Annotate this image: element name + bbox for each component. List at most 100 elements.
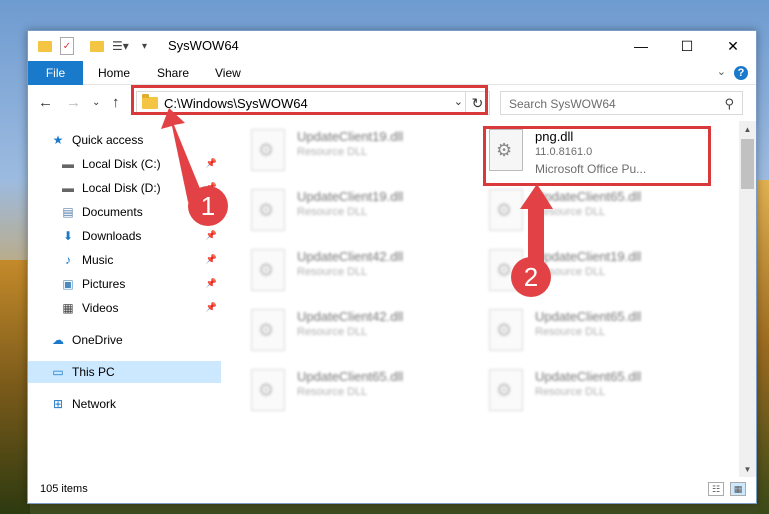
nav-label: OneDrive xyxy=(72,333,123,347)
file-name: UpdateClient19.dll xyxy=(297,129,404,144)
nav-item-this-pc[interactable]: ▭ This PC xyxy=(28,361,221,383)
pin-icon[interactable]: 📌 xyxy=(206,158,217,169)
file-type: Resource DLL xyxy=(535,326,606,338)
music-icon: ♪ xyxy=(65,253,71,267)
forward-arrow-icon[interactable]: → xyxy=(66,94,81,111)
navigation-pane: ★ Quick access ▬ Local Disk (C:) 📌 ▬ Loc… xyxy=(28,121,221,477)
file-type: Resource DLL xyxy=(297,206,368,218)
window-title: SysWOW64 xyxy=(168,38,239,53)
new-folder-icon[interactable] xyxy=(90,37,104,55)
item-count: 105 items xyxy=(40,483,88,495)
computer-icon: ▭ xyxy=(52,365,64,379)
scroll-up-icon[interactable]: ▲ xyxy=(739,121,756,137)
expand-ribbon-icon[interactable]: ⌄ xyxy=(717,65,726,78)
nav-label: Quick access xyxy=(72,133,144,147)
tab-file[interactable]: File xyxy=(28,61,83,85)
callout-2: 2 xyxy=(511,257,551,297)
dll-file-icon xyxy=(251,369,285,411)
scroll-down-icon[interactable]: ▼ xyxy=(739,461,756,477)
file-type: Resource DLL xyxy=(535,206,606,218)
tiles-view-icon[interactable]: ▦ xyxy=(730,482,746,496)
file-tile[interactable]: UpdateClient42.dll Resource DLL xyxy=(247,305,477,357)
scroll-thumb[interactable] xyxy=(741,139,754,189)
close-button[interactable]: ✕ xyxy=(710,31,756,61)
properties-icon[interactable]: ✓ xyxy=(60,37,74,55)
dll-file-icon xyxy=(251,129,285,171)
network-icon: ⊞ xyxy=(52,397,64,411)
dll-file-icon xyxy=(489,309,523,351)
downloads-icon: ⬇ xyxy=(62,229,74,243)
file-type: Resource DLL xyxy=(535,386,606,398)
details-view-icon[interactable]: ☷ xyxy=(708,482,724,496)
tab-home[interactable]: Home xyxy=(98,61,130,85)
nav-item-downloads[interactable]: ⬇ Downloads 📌 xyxy=(28,225,221,247)
nav-item-network[interactable]: ⊞ Network xyxy=(28,393,221,415)
file-tile[interactable]: UpdateClient65.dll Resource DLL xyxy=(247,365,477,417)
ribbon-tabs: File Home Share View ⌄ ? xyxy=(28,61,756,85)
minimize-button[interactable]: — xyxy=(618,31,664,61)
file-name: UpdateClient65.dll xyxy=(535,189,642,204)
nav-label: Documents xyxy=(82,205,143,219)
nav-label: Local Disk (D:) xyxy=(82,181,161,195)
file-tile[interactable]: UpdateClient65.dll Resource DLL xyxy=(485,185,715,237)
search-icon[interactable]: ⚲ xyxy=(724,96,734,112)
dropdown-icon[interactable]: ▾ xyxy=(142,37,147,55)
callout-1: 1 xyxy=(188,186,228,226)
file-type: Resource DLL xyxy=(297,386,368,398)
vertical-scrollbar[interactable]: ▲ ▼ xyxy=(739,121,756,477)
nav-item-quick-access[interactable]: ★ Quick access xyxy=(28,129,221,151)
file-tile[interactable]: UpdateClient19.dll Resource DLL xyxy=(247,125,477,177)
file-type: Resource DLL xyxy=(297,266,368,278)
pin-icon[interactable]: 📌 xyxy=(206,254,217,265)
pin-icon[interactable]: 📌 xyxy=(206,230,217,241)
drive-icon: ▬ xyxy=(62,181,74,195)
up-arrow-icon[interactable]: ↑ xyxy=(112,94,120,111)
file-name: UpdateClient19.dll xyxy=(535,249,642,264)
recent-locations-icon[interactable]: ⌄ xyxy=(92,97,100,108)
file-name: UpdateClient65.dll xyxy=(535,309,642,324)
dll-file-icon xyxy=(251,309,285,351)
maximize-button[interactable]: ☐ xyxy=(664,31,710,61)
tab-share[interactable]: Share xyxy=(157,61,189,85)
file-name: UpdateClient65.dll xyxy=(297,369,404,384)
documents-icon: ▤ xyxy=(62,205,74,219)
address-bar-highlight xyxy=(131,85,488,115)
file-highlight xyxy=(483,126,711,186)
nav-label: Music xyxy=(82,253,114,267)
file-type: Resource DLL xyxy=(297,326,368,338)
file-tile[interactable]: UpdateClient19.dll Resource DLL xyxy=(247,185,477,237)
dll-file-icon xyxy=(251,249,285,291)
cloud-icon: ☁ xyxy=(52,333,64,347)
tab-view[interactable]: View xyxy=(215,61,241,85)
back-arrow-icon[interactable]: ← xyxy=(38,94,53,111)
nav-label: Local Disk (C:) xyxy=(82,157,161,171)
background-trees-right xyxy=(757,180,769,514)
nav-label: Pictures xyxy=(82,277,126,291)
dll-file-icon xyxy=(489,369,523,411)
file-type: Resource DLL xyxy=(297,146,368,158)
pin-icon[interactable]: 📌 xyxy=(206,302,217,313)
file-tile[interactable]: UpdateClient65.dll Resource DLL xyxy=(485,305,715,357)
nav-item-onedrive[interactable]: ☁ OneDrive xyxy=(28,329,221,351)
status-bar: 105 items ☷ ▦ xyxy=(28,477,756,503)
search-input[interactable]: Search SysWOW64 ⚲ xyxy=(500,91,743,115)
nav-item-local-disk-c[interactable]: ▬ Local Disk (C:) 📌 xyxy=(28,153,221,175)
customize-toolbar-icon[interactable]: ☰▾ xyxy=(112,37,129,55)
dll-file-icon xyxy=(251,189,285,231)
help-icon[interactable]: ? xyxy=(734,66,748,80)
pin-icon[interactable]: 📌 xyxy=(206,278,217,289)
title-bar: ✓ ☰▾ ▾ SysWOW64 — ☐ ✕ xyxy=(28,31,756,61)
nav-label: Videos xyxy=(82,301,119,315)
file-name: UpdateClient42.dll xyxy=(297,309,404,324)
star-icon: ★ xyxy=(52,133,64,147)
background-trees-left xyxy=(0,260,30,514)
pictures-icon: ▣ xyxy=(62,277,74,291)
file-tile[interactable]: UpdateClient65.dll Resource DLL xyxy=(485,365,715,417)
file-name: UpdateClient19.dll xyxy=(297,189,404,204)
file-tile[interactable]: UpdateClient42.dll Resource DLL xyxy=(247,245,477,297)
nav-label: Network xyxy=(72,397,117,411)
nav-item-music[interactable]: ♪ Music 📌 xyxy=(28,249,221,271)
nav-item-videos[interactable]: ▦ Videos 📌 xyxy=(28,297,221,319)
dll-file-icon xyxy=(489,189,523,231)
nav-item-pictures[interactable]: ▣ Pictures 📌 xyxy=(28,273,221,295)
